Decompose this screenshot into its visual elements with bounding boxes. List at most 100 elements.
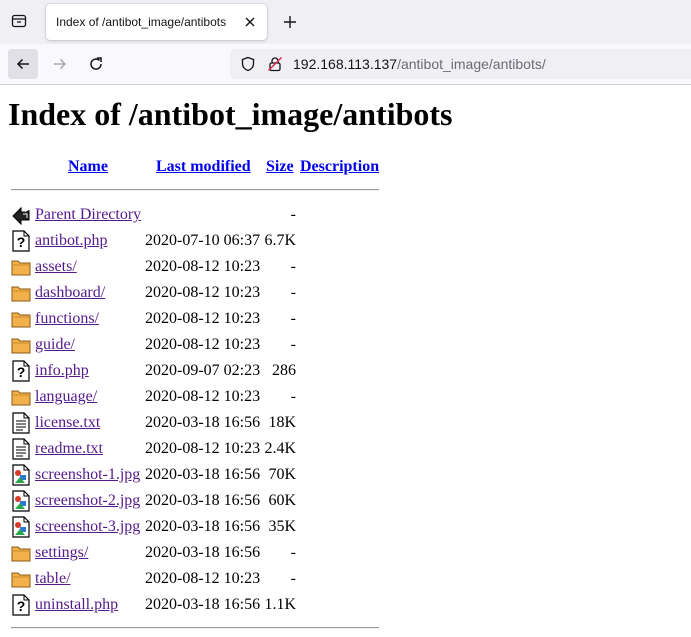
file-link[interactable]: info.php [35, 362, 89, 379]
size-cell: - [290, 258, 296, 275]
file-row: settings/2020-03-18 16:56 - [0, 540, 400, 566]
back-icon [11, 204, 31, 226]
url-text[interactable]: 192.168.113.137/antibot_image/antibots/ [293, 56, 546, 72]
active-tab[interactable]: Index of /antibot_image/antibots [46, 4, 267, 40]
unknown-file-icon: ? [11, 230, 31, 252]
last-modified-cell: 2020-08-12 10:23 [145, 388, 261, 405]
folder-icon [11, 334, 31, 356]
tracking-protection-shield-icon[interactable] [240, 56, 256, 72]
last-modified-cell: 2020-08-12 10:23 [145, 440, 261, 457]
file-link[interactable]: language/ [35, 388, 97, 405]
file-link[interactable]: dashboard/ [35, 284, 105, 301]
file-row: guide/2020-08-12 10:23 - [0, 332, 400, 358]
file-link[interactable]: settings/ [35, 544, 88, 561]
file-link[interactable]: screenshot-3.jpg [35, 518, 140, 535]
file-link[interactable]: assets/ [35, 258, 77, 275]
last-modified-cell: 2020-03-18 16:56 [145, 544, 261, 561]
back-button[interactable] [8, 49, 38, 79]
parent-directory-link[interactable]: Parent Directory [35, 206, 141, 223]
url-host: 192.168.113.137 [293, 56, 398, 72]
size-cell: - [290, 388, 296, 405]
address-bar[interactable]: 192.168.113.137/antibot_image/antibots/ [230, 49, 691, 79]
file-row: language/2020-08-12 10:23 - [0, 384, 400, 410]
text-file-icon [11, 438, 31, 460]
tab-title: Index of /antibot_image/antibots [56, 15, 227, 29]
insecure-lock-icon[interactable] [267, 56, 283, 72]
last-modified-cell: 2020-03-18 16:56 [145, 492, 261, 509]
sort-by-last-modified-link[interactable]: Last modified [156, 158, 251, 175]
size-cell: 6.7K [264, 232, 296, 249]
navigation-toolbar: 192.168.113.137/antibot_image/antibots/ [0, 44, 691, 85]
file-row: ? antibot.php 2020-07-10 06:37 6.7K [0, 228, 400, 254]
tab-bar: Index of /antibot_image/antibots [0, 0, 691, 44]
footer-divider [11, 627, 379, 629]
sort-by-name-link[interactable]: Name [68, 158, 108, 175]
reload-button[interactable] [81, 49, 111, 79]
file-row: readme.txt 2020-08-12 10:23 2.4K [0, 436, 400, 462]
file-row: screenshot-2.jpg 2020-03-18 16:56 60K [0, 488, 400, 514]
url-path: /antibot_image/antibots/ [397, 56, 546, 72]
sort-by-description-link[interactable]: Description [300, 158, 379, 175]
size-cell: 18K [268, 414, 296, 431]
size-cell: 286 [272, 362, 296, 379]
file-link[interactable]: antibot.php [35, 232, 107, 249]
image-file-icon [11, 516, 31, 538]
file-link[interactable]: guide/ [35, 336, 75, 353]
page-content: Index of /antibot_image/antibots Name La… [0, 85, 691, 637]
folder-icon [11, 308, 31, 330]
file-link[interactable]: table/ [35, 570, 71, 587]
size-cell: 2.4K [264, 440, 296, 457]
last-modified-cell: 2020-03-18 16:56 [145, 596, 261, 613]
last-modified-cell: 2020-07-10 06:37 [145, 232, 261, 249]
folder-icon [11, 386, 31, 408]
new-tab-icon[interactable] [280, 12, 300, 32]
last-modified-cell: 2020-03-18 16:56 [145, 518, 261, 535]
file-link[interactable]: uninstall.php [35, 596, 118, 613]
file-row: table/2020-08-12 10:23 - [0, 566, 400, 592]
reload-icon [90, 57, 102, 70]
folder-icon [11, 568, 31, 590]
sort-by-size-link[interactable]: Size [266, 158, 294, 175]
image-file-icon [11, 490, 31, 512]
file-link[interactable]: license.txt [35, 414, 100, 431]
file-row: assets/2020-08-12 10:23 - [0, 254, 400, 280]
last-modified-cell: 2020-08-12 10:23 [145, 570, 261, 587]
folder-icon [11, 282, 31, 304]
file-row: ? info.php 2020-09-07 02:23 286 [0, 358, 400, 384]
folder-icon [11, 256, 31, 278]
last-modified-cell: 2020-08-12 10:23 [145, 258, 261, 275]
tab-list-icon[interactable] [8, 10, 30, 32]
file-row: Parent Directory - [0, 202, 400, 228]
size-cell: - [290, 206, 296, 223]
text-file-icon [11, 412, 31, 434]
forward-button[interactable] [45, 49, 75, 79]
unknown-file-icon: ? [11, 594, 31, 616]
size-cell: - [290, 284, 296, 301]
size-cell: - [290, 336, 296, 353]
folder-icon [11, 542, 31, 564]
file-row: screenshot-3.jpg 2020-03-18 16:56 35K [0, 514, 400, 540]
last-modified-cell: 2020-03-18 16:56 [145, 466, 261, 483]
size-cell: - [290, 310, 296, 327]
file-row: dashboard/2020-08-12 10:23 - [0, 280, 400, 306]
last-modified-cell: 2020-08-12 10:23 [145, 336, 261, 353]
forward-arrow-icon [54, 58, 67, 70]
file-row: functions/2020-08-12 10:23 - [0, 306, 400, 332]
page-title: Index of /antibot_image/antibots [8, 96, 453, 132]
back-arrow-icon [16, 58, 29, 70]
file-row: screenshot-1.jpg 2020-03-18 16:56 70K [0, 462, 400, 488]
file-link[interactable]: readme.txt [35, 440, 103, 457]
file-row: license.txt 2020-03-18 16:56 18K [0, 410, 400, 436]
file-link[interactable]: functions/ [35, 310, 99, 327]
size-cell: 1.1K [264, 596, 296, 613]
size-cell: 60K [268, 492, 296, 509]
size-cell: - [290, 544, 296, 561]
close-tab-icon[interactable] [241, 13, 259, 31]
header-divider [11, 189, 379, 191]
size-cell: 70K [268, 466, 296, 483]
image-file-icon [11, 464, 31, 486]
last-modified-cell: 2020-08-12 10:23 [145, 310, 261, 327]
file-link[interactable]: screenshot-1.jpg [35, 466, 140, 483]
file-link[interactable]: screenshot-2.jpg [35, 492, 140, 509]
unknown-file-icon: ? [11, 360, 31, 382]
